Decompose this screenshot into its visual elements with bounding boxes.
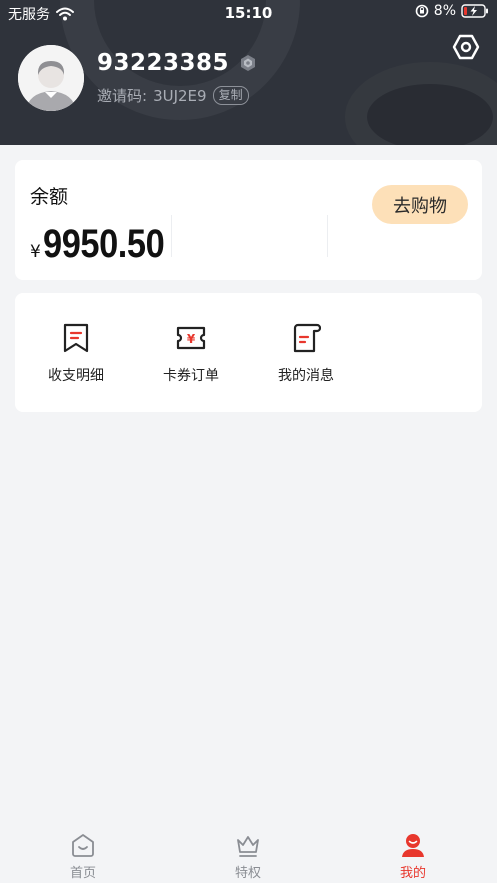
menu-item-label: 我的消息: [278, 368, 334, 384]
balance-amount-row: ¥ 9950.50: [30, 222, 184, 267]
menu-item-transactions[interactable]: 收支明细: [26, 323, 126, 385]
tab-label: 特权: [234, 866, 261, 881]
user-id: 93223385: [97, 50, 230, 76]
invite-code: 3UJ2E9: [153, 86, 207, 105]
function-menu-card: 收支明细 ¥ 卡券订单 我的消息: [15, 293, 482, 412]
go-shopping-button[interactable]: 去购物: [372, 185, 468, 224]
profile-header: 无服务 15:10 8% 93223385 邀请码: 3UJ2E9 复制: [0, 0, 497, 145]
avatar[interactable]: [18, 45, 84, 111]
svg-text:¥: ¥: [187, 332, 196, 346]
member-badge-icon: [241, 55, 256, 71]
currency-symbol: ¥: [30, 242, 41, 262]
tab-mine[interactable]: 我的: [373, 832, 453, 881]
invite-label: 邀请码:: [97, 87, 148, 105]
battery-charging-icon: [461, 4, 488, 18]
user-id-row: 93223385: [97, 50, 257, 76]
bottom-tab-bar: 首页 特权 我的: [0, 826, 497, 883]
status-bar: 无服务 15:10 8%: [0, 0, 497, 26]
tab-home[interactable]: 首页: [43, 832, 123, 881]
menu-item-messages[interactable]: 我的消息: [256, 323, 356, 385]
menu-item-label: 卡券订单: [163, 368, 219, 384]
battery-percent: 8%: [433, 3, 456, 19]
header-decoration-ring: [345, 62, 497, 145]
balance-card: 余额 ¥ 9950.50 去购物: [15, 160, 482, 280]
home-icon: [72, 834, 94, 857]
invite-code-row: 邀请码: 3UJ2E9 复制: [97, 85, 249, 106]
divider: [171, 215, 172, 257]
tab-privileges[interactable]: 特权: [208, 832, 288, 881]
orientation-lock-icon: [415, 4, 429, 18]
default-avatar-icon: [18, 45, 84, 111]
profile-icon: [402, 834, 424, 857]
divider: [327, 215, 328, 257]
message-doc-icon: [293, 323, 321, 353]
menu-item-coupons[interactable]: ¥ 卡券订单: [141, 323, 241, 385]
balance-amount: 9950.50: [42, 222, 165, 266]
balance-label: 余额: [30, 186, 69, 208]
crown-icon: [237, 836, 259, 857]
tab-label: 首页: [69, 866, 96, 881]
menu-item-label: 收支明细: [48, 368, 104, 384]
settings-icon[interactable]: [452, 33, 480, 61]
tab-label: 我的: [399, 866, 426, 881]
bookmark-list-icon: [63, 323, 89, 353]
copy-button[interactable]: 复制: [212, 86, 249, 105]
coupon-icon: ¥: [176, 326, 206, 350]
